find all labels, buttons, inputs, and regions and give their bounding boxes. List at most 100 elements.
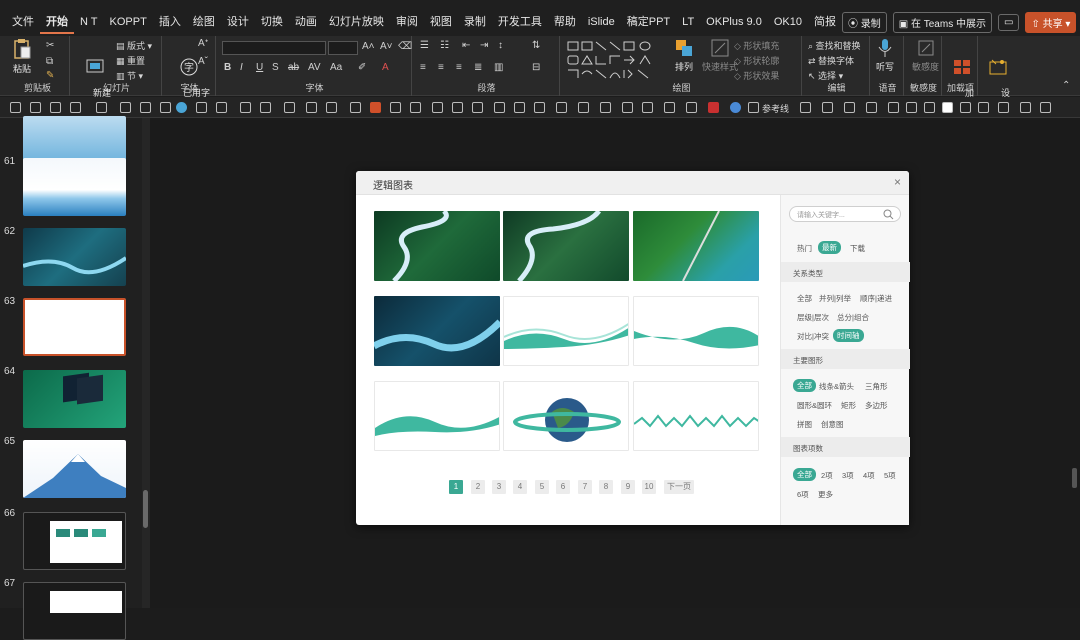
- close-icon[interactable]: ×: [894, 175, 901, 189]
- qat-icon-42[interactable]: [924, 102, 935, 113]
- align-right-icon[interactable]: ≡: [456, 62, 462, 73]
- qat-icon-43[interactable]: [942, 102, 953, 113]
- bullets-icon[interactable]: ☰: [420, 40, 429, 51]
- layout-button[interactable]: ▤ 版式 ▾: [116, 39, 152, 52]
- grow-font-icon[interactable]: Aᐩ: [198, 38, 209, 49]
- qat-icon-13[interactable]: [260, 102, 271, 113]
- shadow-icon[interactable]: S: [272, 62, 279, 73]
- increase-font-icon[interactable]: A˄: [362, 41, 375, 52]
- qat-icon-21[interactable]: [432, 102, 443, 113]
- template-card[interactable]: [503, 211, 629, 281]
- qat-icon-47[interactable]: [1020, 102, 1031, 113]
- count-2[interactable]: 2项: [821, 470, 833, 481]
- increase-indent-icon[interactable]: ⇥: [480, 40, 488, 51]
- qat-icon-38[interactable]: [844, 102, 855, 113]
- count-6[interactable]: 6项: [797, 489, 809, 500]
- relation-sequence[interactable]: 顺序|递进: [860, 293, 892, 304]
- qat-icon-9[interactable]: [176, 102, 187, 113]
- decrease-indent-icon[interactable]: ⇤: [462, 40, 470, 51]
- italic-icon[interactable]: I: [240, 62, 243, 73]
- font-size-select[interactable]: [328, 41, 358, 55]
- shape-rectangle[interactable]: 矩形: [841, 400, 856, 411]
- columns-icon[interactable]: ▥: [494, 62, 503, 73]
- replace-font-button[interactable]: ⇄ 替换字体: [808, 54, 854, 67]
- relation-all[interactable]: 全部: [797, 293, 812, 304]
- numbering-icon[interactable]: ☷: [440, 40, 449, 51]
- text-direction-icon[interactable]: ⇅: [532, 40, 540, 51]
- template-card[interactable]: [374, 381, 500, 451]
- search-icon[interactable]: [883, 209, 894, 220]
- underline-icon[interactable]: U: [256, 62, 263, 73]
- tab-briefing[interactable]: 简报: [808, 8, 842, 36]
- reset-button[interactable]: ▦ 重置: [116, 54, 145, 67]
- shape-fill-button[interactable]: ◇ 形状填充: [734, 39, 779, 52]
- scrollbar-thumb[interactable]: [143, 490, 148, 528]
- slide-thumb-66[interactable]: [23, 512, 126, 570]
- qat-icon-32[interactable]: [664, 102, 675, 113]
- tab-review[interactable]: 审阅: [390, 8, 424, 36]
- slide-thumb-61[interactable]: [23, 158, 126, 216]
- shape-creative[interactable]: 创意图: [821, 419, 844, 430]
- tab-transitions[interactable]: 切换: [255, 8, 289, 36]
- qat-icon-28[interactable]: [578, 102, 589, 113]
- font-name-select[interactable]: [222, 41, 326, 55]
- qat-icon-5[interactable]: [96, 102, 107, 113]
- shape-outline-button[interactable]: ◇ 形状轮廓: [734, 54, 779, 67]
- qat-icon-4[interactable]: [70, 102, 81, 113]
- next-page-button[interactable]: 下一页: [664, 480, 694, 494]
- page-button-3[interactable]: 3: [492, 480, 506, 494]
- copy-icon[interactable]: ⧉: [46, 56, 53, 67]
- count-5[interactable]: 5项: [884, 470, 896, 481]
- relation-hierarchy[interactable]: 层级|层次: [797, 312, 829, 323]
- sensitivity-button[interactable]: 敏感度: [912, 38, 939, 73]
- template-card[interactable]: [633, 296, 759, 366]
- qat-icon-46[interactable]: [998, 102, 1009, 113]
- tab-slideshow[interactable]: 幻灯片放映: [323, 8, 390, 36]
- font-color-icon[interactable]: A: [382, 62, 389, 73]
- char-spacing-icon[interactable]: AV: [308, 62, 321, 73]
- guides-checkbox[interactable]: [748, 102, 759, 113]
- line-spacing-icon[interactable]: ↕: [498, 40, 503, 51]
- page-button-4[interactable]: 4: [513, 480, 527, 494]
- justify-icon[interactable]: ≣: [474, 62, 482, 73]
- qat-icon-44[interactable]: [960, 102, 971, 113]
- relation-contrast[interactable]: 对比|冲突: [797, 331, 829, 342]
- qat-icon-16[interactable]: [326, 102, 337, 113]
- slide-thumb-67[interactable]: [23, 582, 126, 640]
- tab-latest[interactable]: 最新: [818, 241, 841, 254]
- template-card[interactable]: [633, 381, 759, 451]
- paste-button[interactable]: 粘贴: [12, 38, 32, 75]
- relation-timeline[interactable]: 时间轴: [833, 329, 864, 342]
- count-all[interactable]: 全部: [793, 468, 816, 481]
- bold-icon[interactable]: B: [224, 62, 231, 73]
- page-button-2[interactable]: 2: [471, 480, 485, 494]
- thumbnail-scrollbar[interactable]: [142, 118, 150, 608]
- align-text-icon[interactable]: ⊟: [532, 62, 540, 73]
- shape-all[interactable]: 全部: [793, 379, 816, 392]
- tab-help[interactable]: 帮助: [548, 8, 582, 36]
- page-button-8[interactable]: 8: [599, 480, 613, 494]
- share-button[interactable]: ⇧ 共享 ▾: [1025, 11, 1077, 33]
- qat-icon-7[interactable]: [140, 102, 151, 113]
- slide-thumb-63[interactable]: [23, 298, 126, 356]
- tab-insert[interactable]: 插入: [153, 8, 187, 36]
- tab-draw[interactable]: 绘图: [187, 8, 221, 36]
- qat-icon-26[interactable]: [534, 102, 545, 113]
- qat-icon-36[interactable]: [800, 102, 811, 113]
- canvas-scrollbar-thumb[interactable]: [1072, 468, 1077, 488]
- page-button-9[interactable]: 9: [621, 480, 635, 494]
- shape-lines-arrows[interactable]: 线条&箭头: [819, 381, 854, 392]
- shape-puzzle[interactable]: 拼图: [797, 419, 812, 430]
- tab-record[interactable]: 录制: [458, 8, 492, 36]
- tab-okplus[interactable]: OKPlus 9.0: [700, 8, 768, 36]
- align-left-icon[interactable]: ≡: [420, 62, 426, 73]
- qat-icon-23[interactable]: [472, 102, 483, 113]
- decrease-font-icon[interactable]: A˅: [380, 41, 393, 52]
- qat-icon-10[interactable]: [196, 102, 207, 113]
- qat-icon-24[interactable]: [494, 102, 505, 113]
- template-card[interactable]: [374, 211, 500, 281]
- slide-thumb-62[interactable]: [23, 228, 126, 286]
- page-button-10[interactable]: 10: [642, 480, 656, 494]
- qat-icon-27[interactable]: [556, 102, 567, 113]
- find-replace-button[interactable]: ⌕ 查找和替换: [808, 39, 861, 52]
